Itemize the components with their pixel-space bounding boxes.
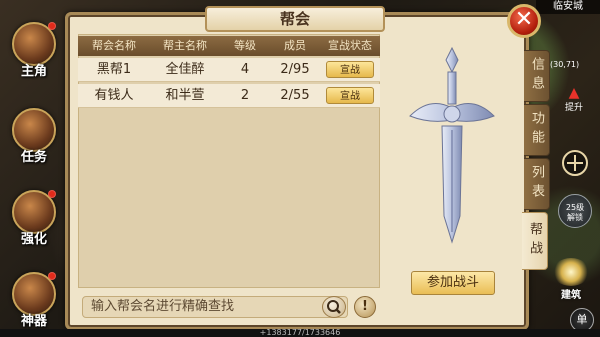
header-leader-name: 帮主名称 (163, 39, 207, 52)
search-button[interactable] (322, 296, 346, 318)
member-count: 2/95 (280, 62, 310, 77)
search-icon (327, 300, 341, 314)
upgrade-label: 提升 (564, 103, 583, 113)
building-skill-button[interactable]: 建筑 (548, 258, 594, 301)
menu-strengthen-button[interactable]: 强化 (6, 190, 62, 256)
coordinates-readout: (30,71) (550, 60, 580, 69)
guild-level: 4 (240, 62, 250, 77)
alert-dot (48, 272, 56, 280)
member-count: 2/55 (280, 88, 310, 103)
menu-hero-label: 主角 (20, 64, 47, 79)
info-button[interactable]: ! (354, 296, 376, 318)
guild-name: 有钱人 (94, 88, 134, 103)
leader-name: 和半萱 (165, 88, 205, 103)
join-battle-button[interactable]: 参加战斗 (411, 271, 495, 295)
city-name: 临安城 (536, 0, 600, 14)
declare-war-button[interactable]: 宣战 (326, 87, 374, 104)
panel-title: 帮会 (205, 6, 385, 32)
menu-task-label: 任务 (20, 150, 47, 165)
tab-guild-war[interactable]: 帮战 (522, 212, 548, 270)
skill-label: 建筑 (561, 290, 581, 301)
war-status-cell: 宣战 (320, 84, 380, 108)
header-guild-name: 帮会名称 (92, 39, 136, 52)
tab-list[interactable]: 列表 (524, 158, 550, 210)
header-level: 等级 (234, 39, 256, 52)
leader-name: 全佳醉 (165, 62, 205, 77)
table-header: 帮会名称 帮主名称 等级 成员 宣战状态 (78, 36, 380, 56)
arrow-up-icon: ▲ (568, 85, 580, 101)
target-lock-icon[interactable] (562, 150, 588, 176)
guild-name: 黑帮1 (96, 62, 132, 77)
header-members: 成员 (284, 39, 306, 52)
locked-feature-badge: 25级 解锁 (558, 194, 592, 228)
alert-dot (48, 190, 56, 198)
upgrade-button[interactable]: ▲ 提升 (560, 85, 588, 113)
skill-glow-icon (552, 258, 590, 286)
header-war-status: 宣战状态 (328, 39, 372, 52)
alert-dot (48, 22, 56, 30)
tab-info[interactable]: 信息 (524, 50, 550, 102)
menu-strengthen-label: 强化 (20, 232, 47, 247)
declare-war-button[interactable]: 宣战 (326, 61, 374, 78)
close-button[interactable]: ✕ (507, 4, 541, 38)
experience-readout: +1383177/1733646 (0, 329, 600, 337)
menu-task-button[interactable]: 任务 (6, 108, 62, 174)
war-status-cell: 宣战 (320, 58, 380, 82)
table-row[interactable]: 黑帮1 全佳醉 4 2/95 宣战 (78, 58, 380, 82)
guild-war-sword-emblem (400, 46, 504, 246)
sword-icon (409, 46, 495, 244)
menu-hero-button[interactable]: 主角 (6, 22, 62, 88)
guild-search-input[interactable]: 输入帮会名进行精确查找 (82, 296, 348, 318)
tab-functions[interactable]: 功能 (524, 104, 550, 156)
guild-level: 2 (240, 88, 250, 103)
table-row[interactable]: 有钱人 和半萱 2 2/55 宣战 (78, 84, 380, 108)
menu-artifact-label: 神器 (20, 314, 47, 329)
menu-artifact-button[interactable]: 神器 (6, 272, 62, 337)
